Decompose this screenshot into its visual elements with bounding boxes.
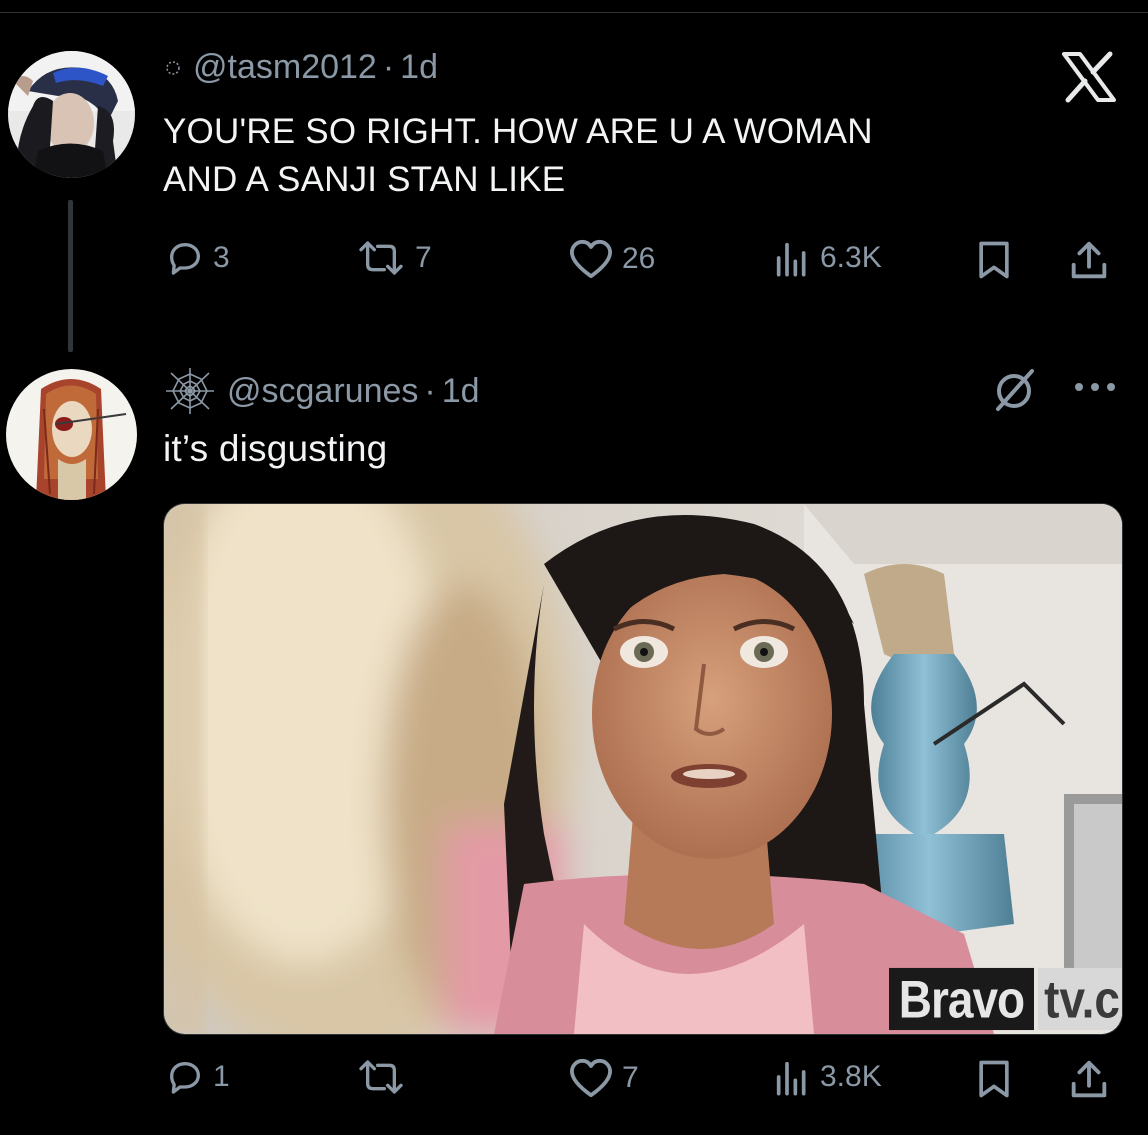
status-dot-icon: [166, 60, 180, 75]
tweet1-time[interactable]: 1d: [400, 48, 438, 87]
more-icon[interactable]: [1072, 378, 1118, 396]
repost-count: 7: [415, 241, 432, 274]
share-button[interactable]: [1066, 238, 1112, 284]
reply-icon: [170, 1062, 200, 1094]
views-button[interactable]: 3.8K: [772, 1057, 882, 1097]
tweet1-handle[interactable]: @tasm2012: [193, 48, 377, 87]
spiderweb-icon: [166, 368, 214, 414]
repost-icon: [359, 241, 403, 275]
avatar-scgarunes[interactable]: [6, 369, 137, 500]
avatar-tasm2012[interactable]: [8, 51, 135, 178]
like-button[interactable]: 7: [568, 1057, 639, 1099]
tweet1-text-line1: YOU'RE SO RIGHT. HOW ARE U A WOMAN: [163, 112, 873, 151]
views-button[interactable]: 6.3K: [772, 238, 882, 278]
views-icon: [776, 1061, 806, 1096]
views-count: 3.8K: [820, 1060, 882, 1093]
like-count: 26: [622, 242, 656, 275]
tweet1-separator: ·: [382, 48, 395, 86]
tweet2-media-image[interactable]: Bravo tv.c: [163, 503, 1123, 1035]
share-icon: [1071, 1060, 1107, 1098]
like-icon: [570, 239, 612, 279]
top-divider: [0, 12, 1148, 13]
tweet2-text: it’s disgusting: [163, 428, 388, 469]
bravo-watermark: Bravo tv.c: [888, 967, 1122, 1031]
bookmark-button[interactable]: [972, 238, 1016, 282]
repost-icon: [359, 1060, 403, 1094]
bookmark-button[interactable]: [972, 1057, 1016, 1101]
reply-icon: [170, 243, 200, 275]
x-logo-icon[interactable]: [1060, 50, 1118, 104]
bookmark-icon: [979, 1060, 1009, 1098]
tweet1-text-line2: AND A SANJI STAN LIKE: [163, 160, 566, 199]
views-count: 6.3K: [820, 241, 882, 274]
reply-count: 3: [213, 241, 230, 274]
tweet2-header: @scgarunes · 1d: [163, 366, 480, 416]
tweet2-separator: ·: [424, 371, 436, 410]
share-icon: [1071, 241, 1107, 279]
muted-icon[interactable]: [990, 365, 1038, 413]
share-button[interactable]: [1066, 1057, 1112, 1103]
bookmark-icon: [979, 241, 1009, 279]
tweet2-handle[interactable]: @scgarunes: [227, 372, 418, 411]
repost-button[interactable]: [355, 1057, 415, 1097]
bravo-watermark-part2: tv.c: [1038, 967, 1122, 1031]
reply-count: 1: [213, 1060, 230, 1093]
reply-button[interactable]: 3: [165, 238, 230, 278]
views-icon: [776, 242, 806, 277]
tweet2-time[interactable]: 1d: [442, 372, 480, 411]
bravo-watermark-part1: Bravo: [888, 967, 1035, 1031]
like-icon: [570, 1058, 612, 1098]
media-scene: [164, 504, 1122, 1034]
tweet1-actions: 3 7 26 6.3K: [0, 238, 1148, 298]
tweet1-header: @tasm2012 · 1d: [163, 48, 438, 87]
tweet2-actions: 1 7 3.8K: [0, 1057, 1148, 1117]
like-count: 7: [622, 1061, 639, 1094]
reply-button[interactable]: 1: [165, 1057, 230, 1097]
tweet1-text: YOU'RE SO RIGHT. HOW ARE U A WOMAN AND A…: [163, 108, 873, 204]
repost-button[interactable]: 7: [355, 238, 432, 278]
like-button[interactable]: 26: [568, 238, 655, 280]
